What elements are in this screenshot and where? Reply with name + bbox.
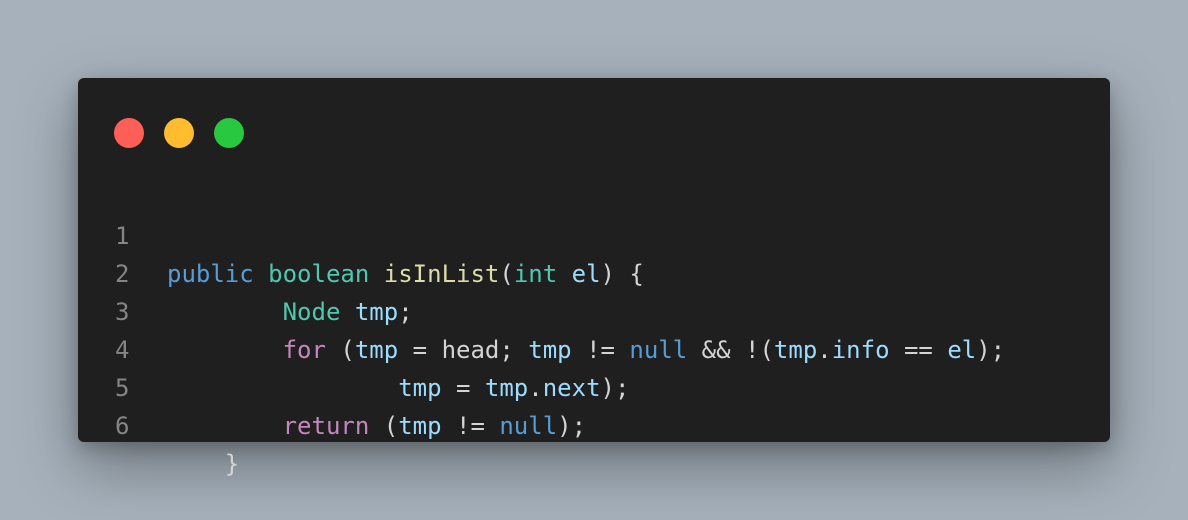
code-line: 6 } — [78, 369, 1110, 478]
line-number: 6 — [115, 412, 130, 440]
code-line: 2 Node tmp; — [78, 217, 1110, 326]
maximize-dot-icon[interactable] — [214, 118, 244, 148]
code-token: tmp — [398, 412, 442, 440]
code-line: 4 tmp = tmp.next); — [78, 293, 1110, 402]
code-token: return — [282, 412, 370, 440]
code-token: ); — [557, 412, 587, 440]
code-line: 1 public boolean isInList(int el) { — [78, 179, 1110, 288]
code-token: != — [441, 412, 500, 440]
code-block: 1 public boolean isInList(int el) { 2 No… — [78, 179, 1110, 478]
code-line: 5 return (tmp != null); — [78, 331, 1110, 440]
code-token: ( — [369, 412, 399, 440]
code-text[interactable]: return (tmp != null); — [167, 407, 586, 445]
code-token: } — [167, 450, 240, 478]
code-line: 3 for (tmp = head; tmp != null && !(tmp.… — [78, 255, 1110, 364]
code-window: 1 public boolean isInList(int el) { 2 No… — [78, 78, 1110, 478]
code-text[interactable]: } — [167, 445, 239, 483]
minimize-dot-icon[interactable] — [164, 118, 194, 148]
window-controls — [114, 118, 244, 148]
code-token: null — [499, 412, 558, 440]
close-dot-icon[interactable] — [114, 118, 144, 148]
